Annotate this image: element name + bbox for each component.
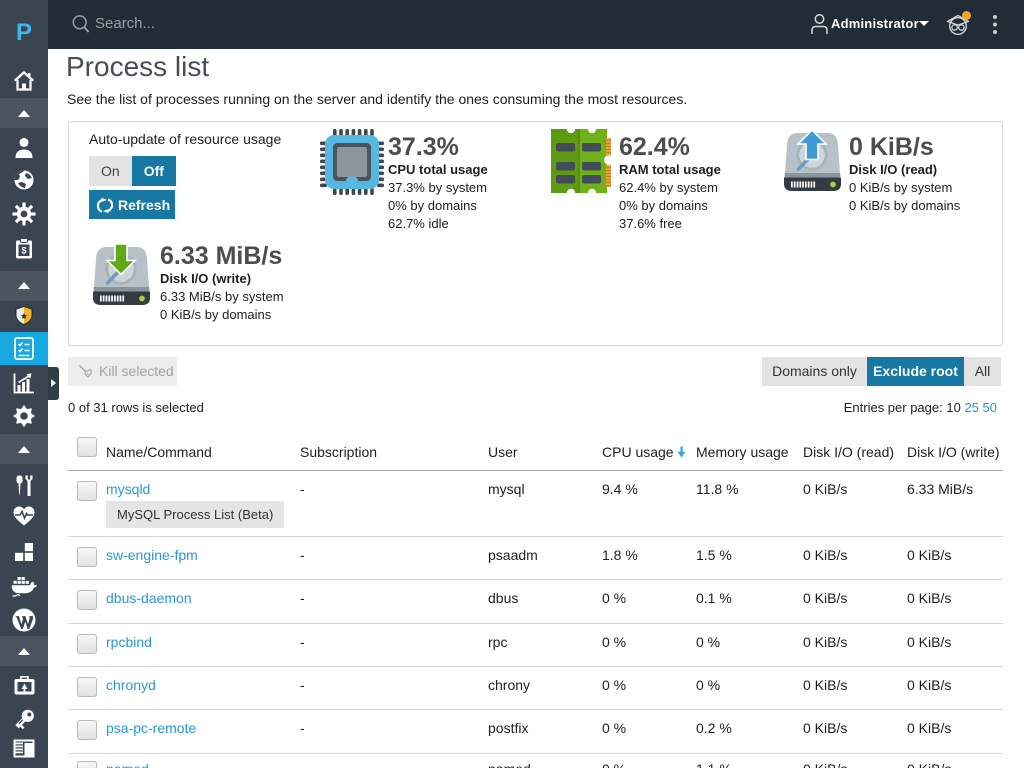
svg-text:$: $ bbox=[21, 246, 26, 256]
